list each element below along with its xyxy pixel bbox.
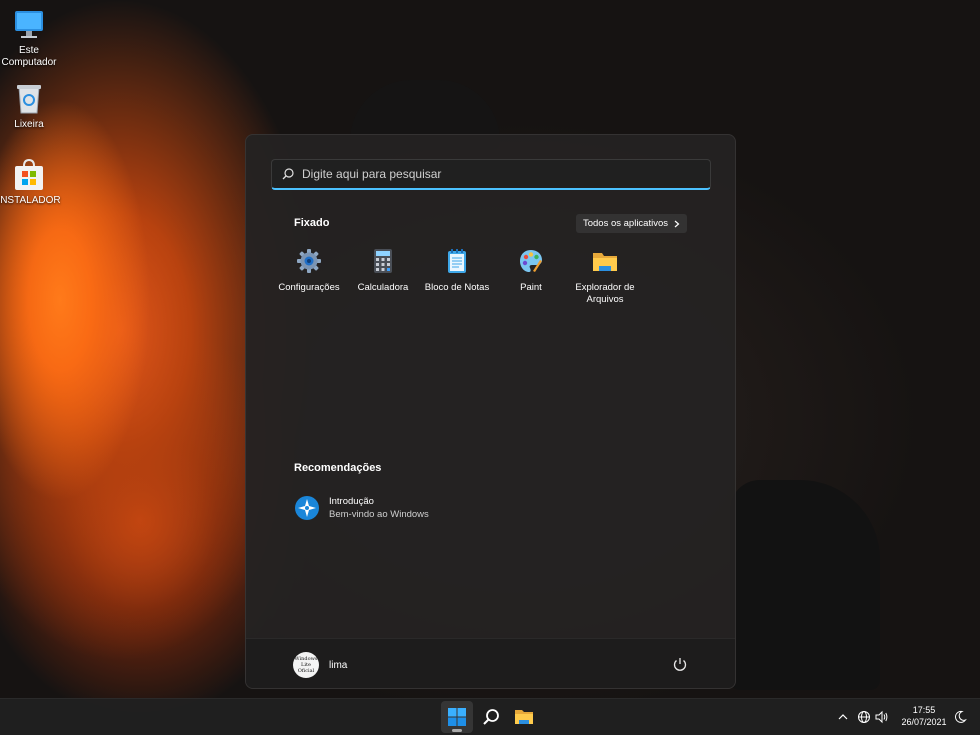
app-label: Configurações [278,282,340,293]
paint-palette-icon [520,250,542,272]
pinned-app-bloco-de-notas[interactable]: Bloco de Notas [420,248,494,306]
network-globe-icon[interactable] [857,710,871,724]
monitor-icon [15,11,43,38]
desktop-icon-lixeira[interactable]: Lixeira [0,82,58,131]
search-input[interactable] [302,167,682,181]
start-button[interactable] [441,701,473,733]
avatar: Windows Lite Oficial [293,652,319,678]
file-explorer-icon [515,710,533,724]
pinned-app-configuracoes[interactable]: Configurações [272,248,346,306]
desktop-icon-label: INSTALADOR [0,195,61,206]
pinned-app-calculadora[interactable]: Calculadora [346,248,420,306]
clock-time: 17:55 [912,705,936,715]
user-name: lima [329,659,348,671]
pinned-app-paint[interactable]: Paint [494,248,568,306]
taskbar: 17:55 26/07/2021 [0,698,980,735]
chevron-right-icon [674,220,680,227]
all-apps-label: Todos os aplicativos [582,218,669,229]
desktop-icon-label: Este Computador [1,45,57,68]
pinned-app-explorador-de-arquivos[interactable]: Explorador de Arquivos [568,248,642,306]
user-account-button[interactable]: Windows Lite Oficial lima [293,652,347,678]
app-label: Calculadora [357,282,409,293]
desktop-icon-instalador[interactable]: INSTALADOR [0,158,61,207]
search-box[interactable] [271,159,711,190]
pinned-apps: Configurações Calculadora Bloco de Notas… [272,248,642,306]
recommended-item-title: Introdução [329,496,374,507]
app-label: Bloco de Notas [424,282,490,293]
store-bag-icon [15,158,43,190]
gear-icon [297,249,321,273]
power-icon[interactable] [672,656,688,672]
recycle-bin-icon [17,85,41,114]
chevron-up-icon[interactable] [836,710,850,724]
calculator-icon [374,249,392,273]
app-label: Explorador de Arquivos [575,282,635,305]
all-apps-button[interactable]: Todos os aplicativos [576,214,687,233]
start-menu: Fixado Todos os aplicativos Configuraçõe… [245,134,736,689]
taskbar-clock[interactable]: 17:55 26/07/2021 [898,704,950,728]
taskbar-file-explorer-button[interactable] [508,701,540,733]
folder-icon [593,253,617,271]
wallpaper-figure-lower [730,480,880,690]
focus-assist-moon-icon[interactable] [953,710,967,724]
recommended-title: Recomendações [294,462,382,474]
desktop-icon-label: Lixeira [14,119,44,130]
recommended-item-introducao[interactable]: Introdução Bem-vindo ao Windows [294,495,429,521]
notepad-icon [448,249,466,273]
clock-date: 26/07/2021 [901,717,947,727]
start-icon [448,708,466,726]
volume-icon[interactable] [875,710,889,724]
get-started-icon [295,496,319,520]
search-icon [282,168,294,180]
search-icon [483,709,499,725]
pinned-title: Fixado [294,217,330,229]
taskbar-search-button[interactable] [475,701,507,733]
app-label: Paint [520,282,542,293]
recommended-item-subtitle: Bem-vindo ao Windows [329,509,429,520]
desktop-icon-este-computador[interactable]: Este Computador [0,8,58,69]
start-menu-footer: Windows Lite Oficial lima [246,638,735,688]
